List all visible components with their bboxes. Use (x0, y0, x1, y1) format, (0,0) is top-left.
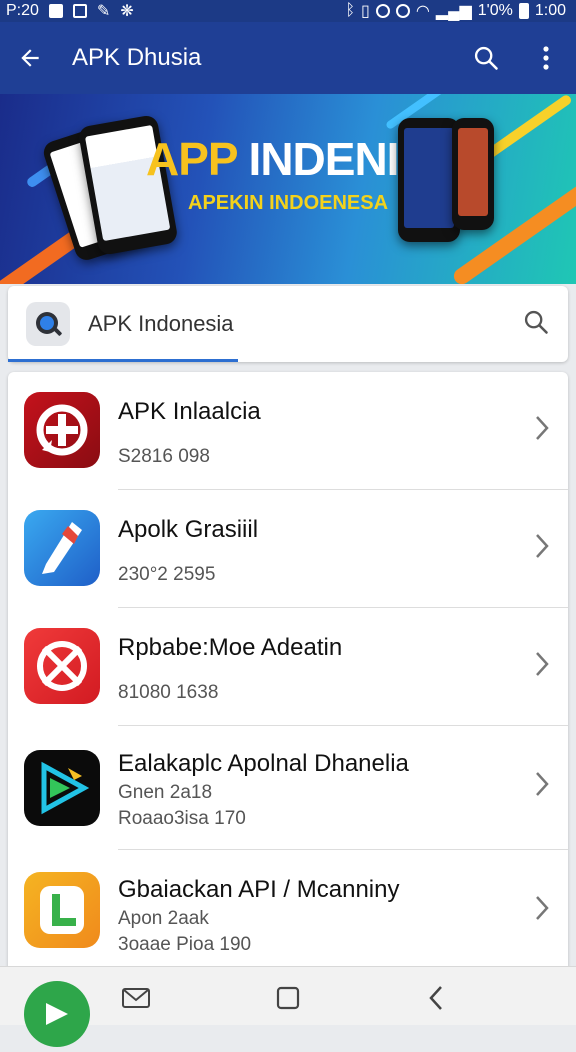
search-icon[interactable] (456, 22, 516, 94)
mail-icon[interactable] (119, 981, 153, 1015)
app-bar: APK Dhusia (0, 22, 576, 94)
list-item[interactable]: APK Inlaalcia S2816 098 (8, 372, 568, 490)
gallery-icon (48, 4, 63, 18)
green-fab-icon[interactable] (24, 981, 90, 1047)
chevron-right-icon[interactable] (534, 414, 550, 447)
edit-icon: ✎ (96, 3, 111, 20)
app-meta: Apon 2aak (118, 908, 209, 929)
bluetooth-icon: ᛒ (345, 2, 356, 19)
wifi-icon: ◠ (415, 3, 430, 20)
vibrate-icon: ▯ (361, 3, 370, 20)
app-meta: S2816 098 (118, 446, 210, 467)
list-item[interactable]: Apolk Grasiiil 230°2 2595 (8, 490, 568, 608)
back-arrow-icon[interactable] (0, 22, 60, 94)
list-item[interactable]: Gbaiackan API / Mcanniny Apon 2aak 3oaae… (8, 850, 568, 972)
page-title: APK Dhusia (72, 44, 202, 71)
app-name: Rpbabe:Moe Adeatin (118, 634, 343, 661)
status-time-left: P:20 (6, 2, 39, 19)
alarm-icon (375, 4, 390, 18)
app-name: Gbaiackan API / Mcanniny (118, 876, 400, 903)
battery-percent: 1'0% (477, 2, 513, 19)
list-item[interactable]: Ealakaplc Apolnal Dhanelia Gnen 2a18 Roa… (8, 726, 568, 850)
app-name: Ealakaplc Apolnal Dhanelia (118, 750, 409, 777)
app-list: APK Inlaalcia S2816 098 Apolk Grasiiil 2… (8, 372, 568, 972)
list-item[interactable]: Rpbabe:Moe Adeatin 81080 1638 (8, 608, 568, 726)
app-meta: Gnen 2a18 (118, 782, 213, 803)
search-icon[interactable] (522, 308, 550, 341)
status-bar: P:20 ✎ ❋ ᛒ ▯ ◠ ▂▄▆ 1'0% 1:00 (0, 0, 576, 22)
app-meta: 81080 1638 (118, 682, 219, 703)
app-logo-icon (26, 302, 70, 346)
signal-icon: ▂▄▆ (435, 3, 472, 20)
promo-banner[interactable]: APP INDENISIA APEKIN INDOENESA (0, 94, 576, 284)
home-icon[interactable] (271, 981, 305, 1015)
phone-mockup (452, 118, 494, 230)
chevron-right-icon[interactable] (534, 532, 550, 565)
settings-icon: ❋ (120, 3, 134, 20)
more-vert-icon[interactable] (516, 22, 576, 94)
search-progress-bar (8, 359, 238, 362)
red-cross-icon (24, 628, 100, 704)
chevron-right-icon[interactable] (534, 770, 550, 803)
app-meta-secondary: 3oaae Pioa 190 (118, 934, 252, 955)
notification-icon (72, 4, 87, 18)
red-plus-icon (24, 392, 100, 468)
banner-subtitle: APEKIN INDOENESA (188, 192, 389, 214)
status-time-right: 1:00 (534, 2, 566, 19)
chevron-right-icon[interactable] (534, 894, 550, 927)
back-icon[interactable] (419, 981, 453, 1015)
sync-icon (395, 4, 410, 18)
phone-mockup (398, 118, 460, 242)
blue-knife-icon (24, 510, 100, 586)
app-name: APK Inlaalcia (118, 398, 261, 425)
app-meta: 230°2 2595 (118, 564, 216, 585)
play-icon (24, 750, 100, 826)
app-name: Apolk Grasiiil (118, 516, 259, 543)
app-meta-secondary: Roaao3isa 170 (118, 808, 246, 829)
green-l-icon (24, 872, 100, 948)
search-input[interactable] (86, 310, 490, 338)
search-bar (8, 286, 568, 362)
chevron-right-icon[interactable] (534, 650, 550, 683)
navigation-bar (0, 966, 576, 1047)
battery-icon (518, 3, 529, 19)
